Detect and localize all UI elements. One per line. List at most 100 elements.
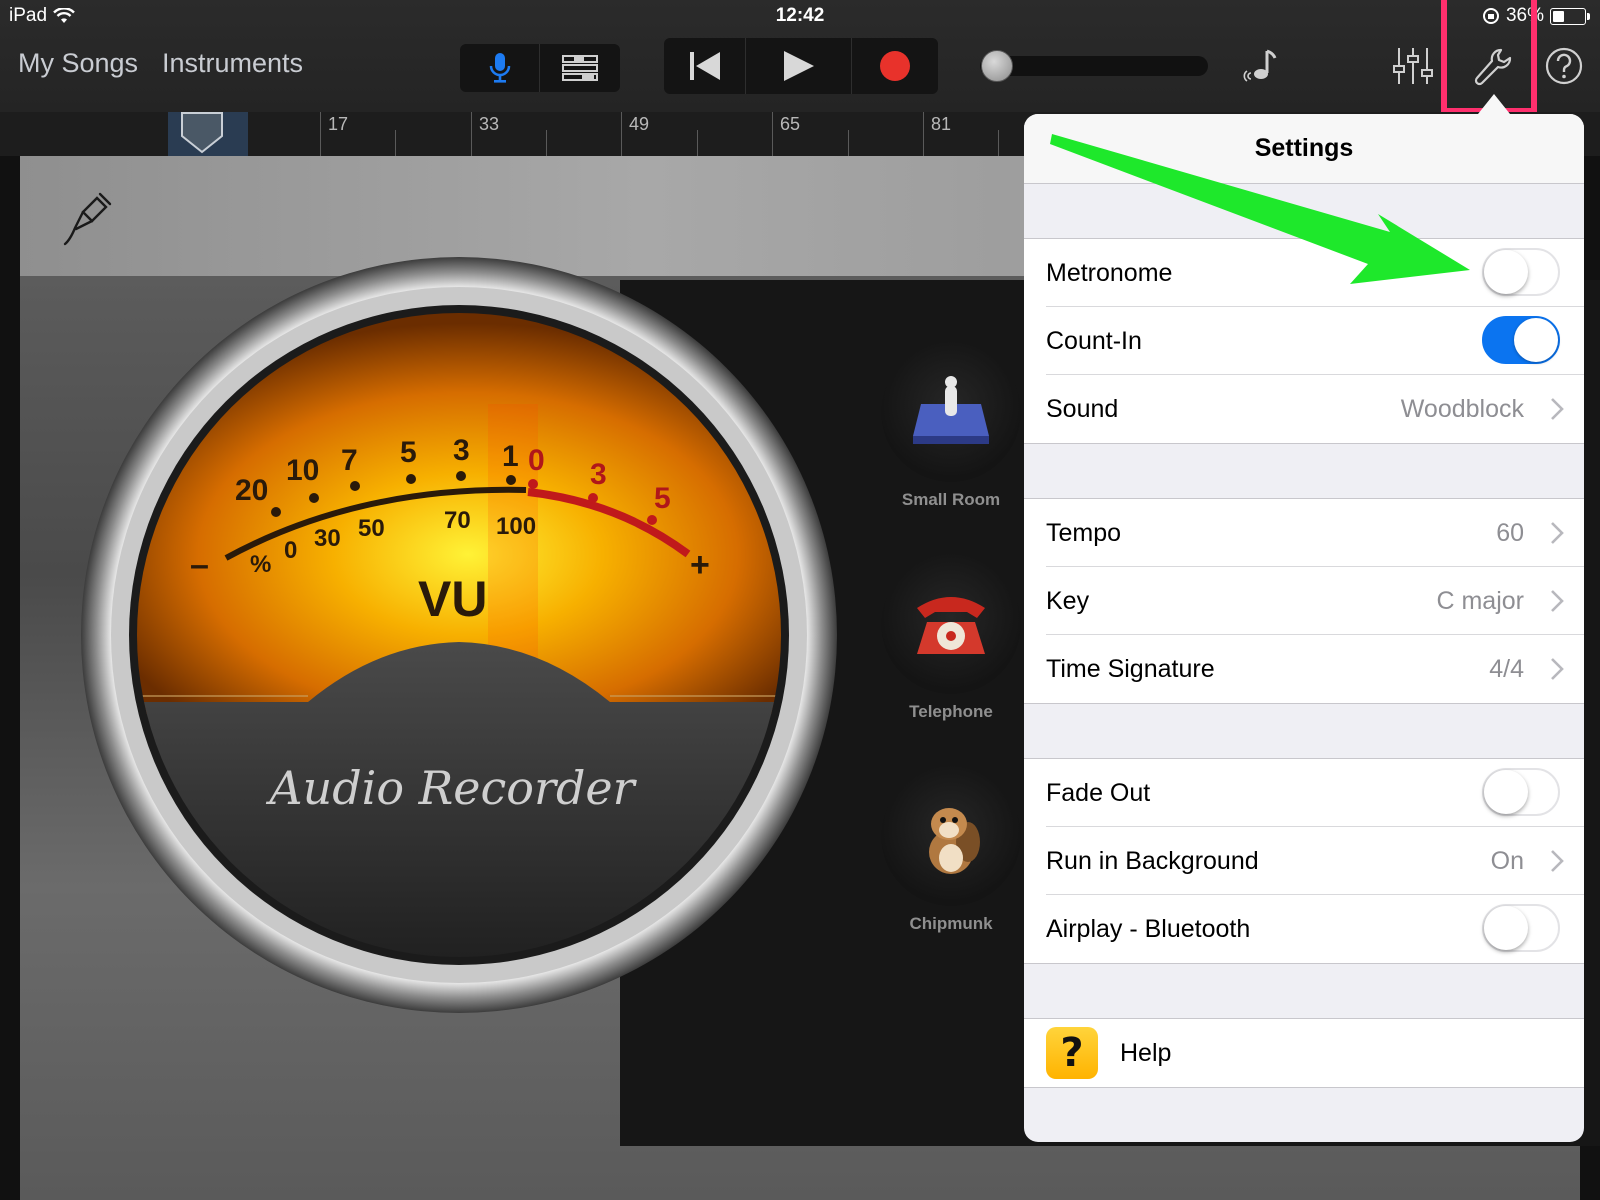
tempo-label: Tempo (1046, 519, 1122, 547)
ruler-tick-minor (848, 130, 849, 156)
help-app-icon: ? (1046, 1027, 1098, 1079)
toggle-knob (1484, 250, 1528, 294)
row-help[interactable]: ? Help (1024, 1019, 1584, 1087)
group-divider (1024, 1087, 1584, 1088)
scale-upper-label: 0 (528, 444, 545, 477)
preset-disc (881, 342, 1021, 482)
toggle-knob (1484, 770, 1528, 814)
play-button[interactable] (746, 38, 852, 94)
toggle-knob (1484, 906, 1528, 950)
chevron-right-icon (1551, 850, 1564, 872)
help-button[interactable] (1542, 44, 1586, 88)
group-divider (1024, 703, 1584, 704)
scale-upper-label: 5 (400, 436, 417, 469)
help-label: Help (1120, 1039, 1172, 1067)
left-frame (0, 156, 20, 1200)
view-switcher (460, 44, 620, 92)
master-volume-knob[interactable] (981, 50, 1013, 82)
row-fade-out: Fade Out (1024, 759, 1584, 827)
chevron-right-icon (1551, 398, 1564, 420)
scale-upper-label: 3 (590, 458, 607, 491)
count-in-toggle[interactable] (1482, 316, 1560, 364)
vu-meter: 20 10 7 5 3 1 0 3 5 % 0 30 50 70 100 – +… (81, 257, 837, 1013)
row-count-in: Count-In (1024, 307, 1584, 375)
record-button[interactable] (852, 38, 938, 94)
scale-upper-label: 10 (286, 454, 319, 487)
help-icon (1545, 47, 1583, 85)
count-in-label: Count-In (1046, 327, 1142, 355)
instruments-button[interactable]: Instruments (162, 48, 303, 79)
sound-value: Woodblock (1400, 395, 1524, 423)
battery-fill (1553, 10, 1564, 22)
scale-lower-label: 50 (358, 515, 385, 542)
microphone-icon (489, 53, 510, 83)
key-label: Key (1046, 587, 1090, 615)
group-divider (1024, 963, 1584, 964)
input-cable-icon[interactable] (62, 190, 114, 248)
ruler-tick (772, 112, 773, 156)
play-icon (783, 51, 814, 81)
toggle-knob (1514, 318, 1558, 362)
sound-label: Sound (1046, 395, 1119, 423)
preset-disc (881, 554, 1021, 694)
row-airplay-bluetooth: Airplay - Bluetooth (1024, 895, 1584, 963)
row-key[interactable]: Key C major (1024, 567, 1584, 635)
vu-label: VU (418, 571, 487, 627)
ruler-label: 17 (328, 114, 349, 134)
scale-upper-label: 1 (502, 440, 519, 473)
mixer-button[interactable] (1390, 44, 1436, 88)
brand-label: Audio Recorder (265, 761, 637, 815)
time-signature-label: Time Signature (1046, 655, 1215, 683)
preset-small-room[interactable]: Small Room (881, 342, 1021, 510)
airplay-bluetooth-toggle[interactable] (1482, 904, 1560, 952)
ruler-tick (923, 112, 924, 156)
scale-lower-label: 30 (314, 525, 341, 552)
ruler-tick (471, 112, 472, 156)
tracks-view-button[interactable] (540, 44, 620, 92)
preset-label: Chipmunk (909, 914, 993, 933)
ruler-tick-minor (395, 130, 396, 156)
run-in-background-value: On (1490, 847, 1524, 875)
chevron-right-icon (1551, 590, 1564, 612)
my-songs-button[interactable]: My Songs (18, 48, 138, 79)
ruler-label: 49 (629, 114, 650, 134)
scale-lower-label: 70 (444, 507, 471, 534)
small-room-icon (913, 376, 989, 444)
tracks-view-icon (562, 55, 598, 81)
loops-button[interactable] (1240, 44, 1284, 88)
status-bar: iPad 12:42 36% (0, 0, 1600, 32)
status-time: 12:42 (775, 5, 825, 26)
row-sound[interactable]: Sound Woodblock (1024, 375, 1584, 443)
popover-arrow (1478, 94, 1510, 114)
chipmunk-icon (929, 808, 980, 874)
mixer-icon (1393, 48, 1433, 84)
fade-out-toggle[interactable] (1482, 768, 1560, 816)
scale-minus-sign: – (190, 546, 209, 584)
ruler-tick-minor (998, 130, 999, 156)
scale-lower-label: % (250, 551, 271, 578)
metronome-toggle[interactable] (1482, 248, 1560, 296)
preset-chipmunk[interactable]: Chipmunk (881, 766, 1021, 934)
chevron-right-icon (1551, 522, 1564, 544)
instrument-view-button[interactable] (460, 44, 540, 92)
row-run-in-background[interactable]: Run in Background On (1024, 827, 1584, 895)
ruler-tick-minor (546, 130, 547, 156)
ruler-label: 65 (780, 114, 801, 134)
preset-label: Telephone (909, 702, 993, 721)
time-signature-value: 4/4 (1489, 655, 1524, 683)
row-tempo[interactable]: Tempo 60 (1024, 499, 1584, 567)
music-note-icon (1243, 49, 1277, 82)
scale-plus-sign: + (690, 546, 710, 584)
tempo-value: 60 (1496, 519, 1524, 547)
scale-lower-label: 0 (284, 537, 297, 564)
preset-telephone[interactable]: Telephone (881, 554, 1021, 722)
ruler-label: 33 (479, 114, 500, 134)
run-in-background-label: Run in Background (1046, 847, 1259, 875)
battery-icon (1550, 7, 1590, 25)
playhead-marker[interactable] (180, 112, 224, 154)
chevron-right-icon (1551, 658, 1564, 680)
rewind-button[interactable] (664, 38, 746, 94)
master-volume-track[interactable] (980, 56, 1208, 76)
scale-upper-label: 20 (235, 474, 268, 507)
row-time-signature[interactable]: Time Signature 4/4 (1024, 635, 1584, 703)
